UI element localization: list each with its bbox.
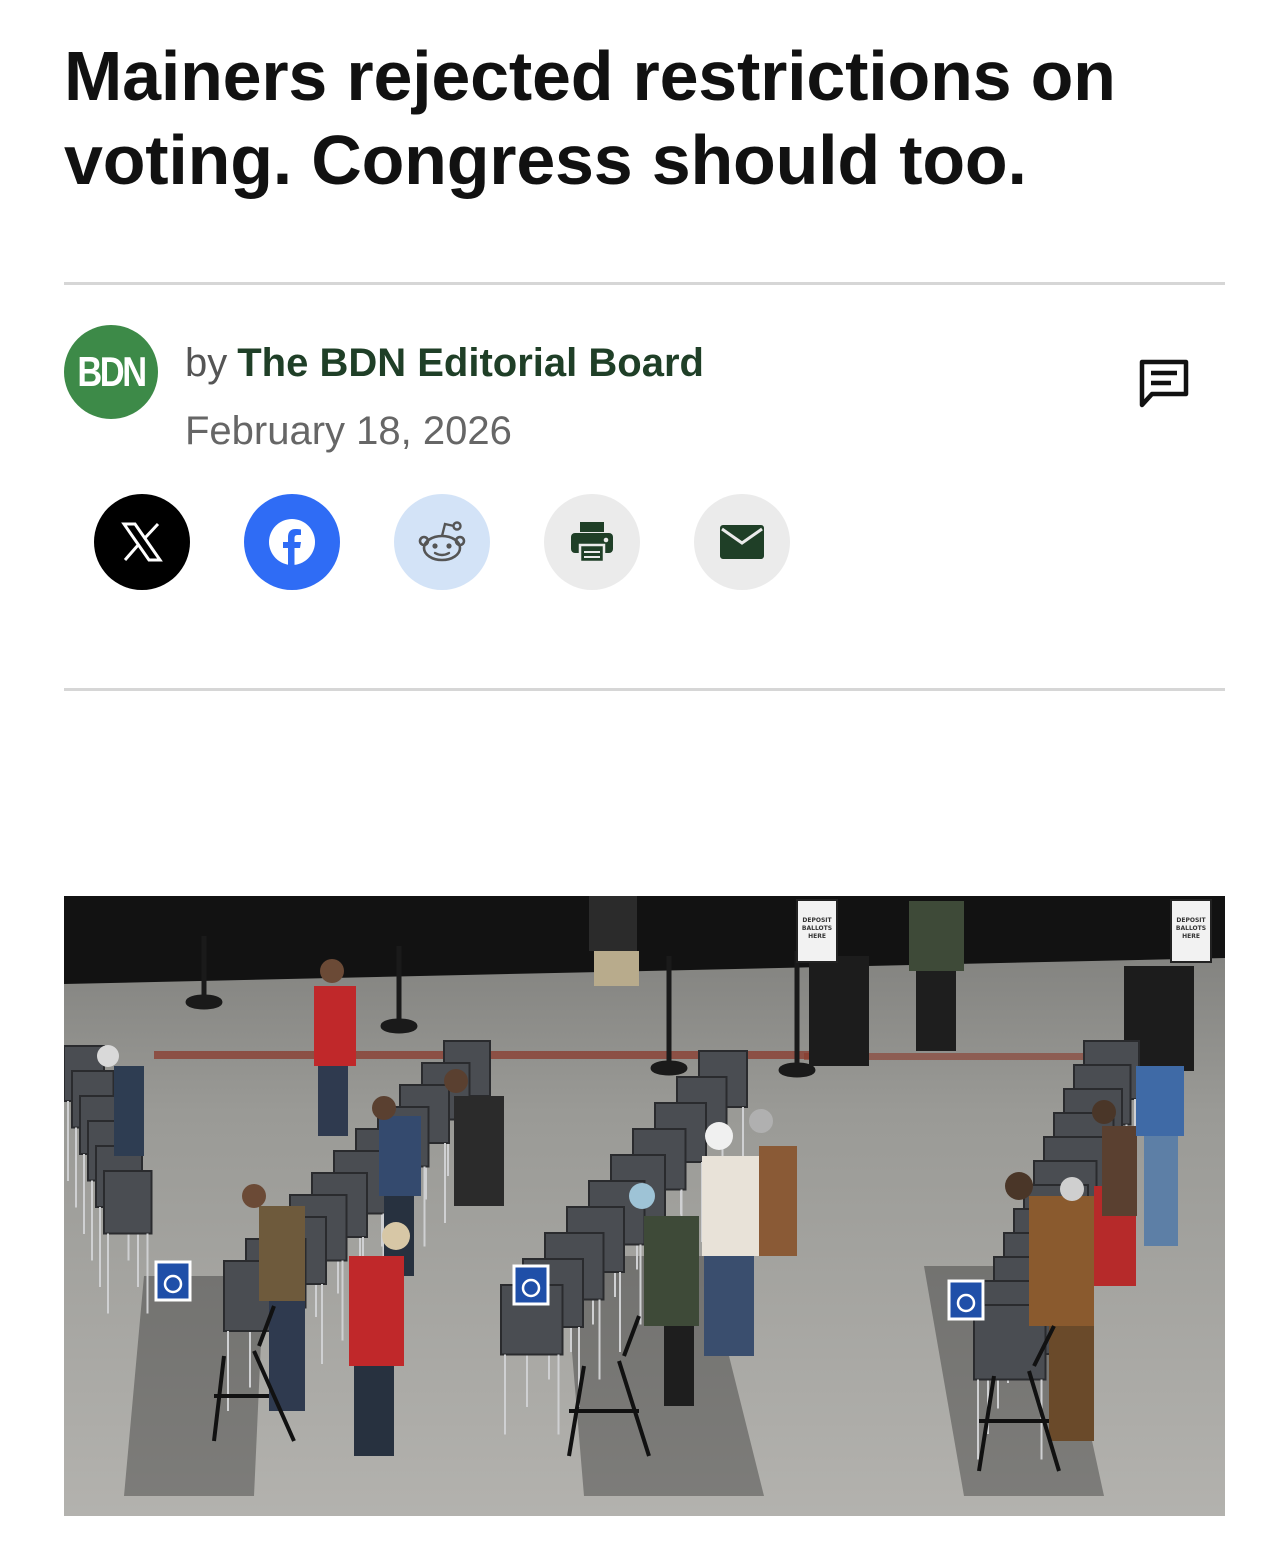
- publish-date: February 18, 2026: [185, 409, 512, 453]
- author-line: by The BDN Editorial Board: [185, 339, 704, 387]
- article-headline: Mainers rejected restrictions on voting.…: [64, 37, 1116, 199]
- facebook-icon: [269, 519, 315, 565]
- accessibility-sign: [154, 1260, 192, 1302]
- sign-text: HERE: [808, 933, 826, 940]
- voting-booths-photo: DEPOSIT BALLOTS HERE DEPOSIT BALLOTS HER…: [64, 896, 1225, 1516]
- accessibility-sign: [512, 1264, 550, 1306]
- sign-text: BALLOTS: [1176, 925, 1206, 932]
- email-button[interactable]: [694, 494, 790, 590]
- comment-icon: [1139, 359, 1189, 408]
- author-link[interactable]: The BDN Editorial Board: [237, 341, 704, 385]
- byline-prefix: by: [185, 341, 228, 385]
- divider: [64, 688, 1225, 691]
- share-facebook-button[interactable]: [244, 494, 340, 590]
- sign-text: HERE: [1182, 933, 1200, 940]
- comments-button[interactable]: [1136, 356, 1192, 412]
- print-icon: [571, 522, 613, 564]
- print-button[interactable]: [544, 494, 640, 590]
- reddit-icon: [418, 521, 466, 562]
- email-icon: [720, 525, 764, 559]
- avatar-logo-text: BDN: [77, 348, 147, 395]
- share-buttons: [94, 494, 814, 590]
- divider: [64, 282, 1225, 285]
- sign-text: DEPOSIT: [1176, 917, 1206, 924]
- article-hero-image[interactable]: DEPOSIT BALLOTS HERE DEPOSIT BALLOTS HER…: [64, 896, 1225, 1516]
- author-avatar[interactable]: BDN: [64, 325, 158, 419]
- share-reddit-button[interactable]: [394, 494, 490, 590]
- byline: BDN by The BDN Editorial Board February 1…: [64, 325, 1225, 465]
- sign-text: BALLOTS: [802, 925, 832, 932]
- share-x-button[interactable]: [94, 494, 190, 590]
- accessibility-sign: [947, 1279, 985, 1321]
- x-icon: [121, 522, 163, 562]
- voting-booth: [103, 1170, 153, 1235]
- sign-text: DEPOSIT: [802, 917, 832, 924]
